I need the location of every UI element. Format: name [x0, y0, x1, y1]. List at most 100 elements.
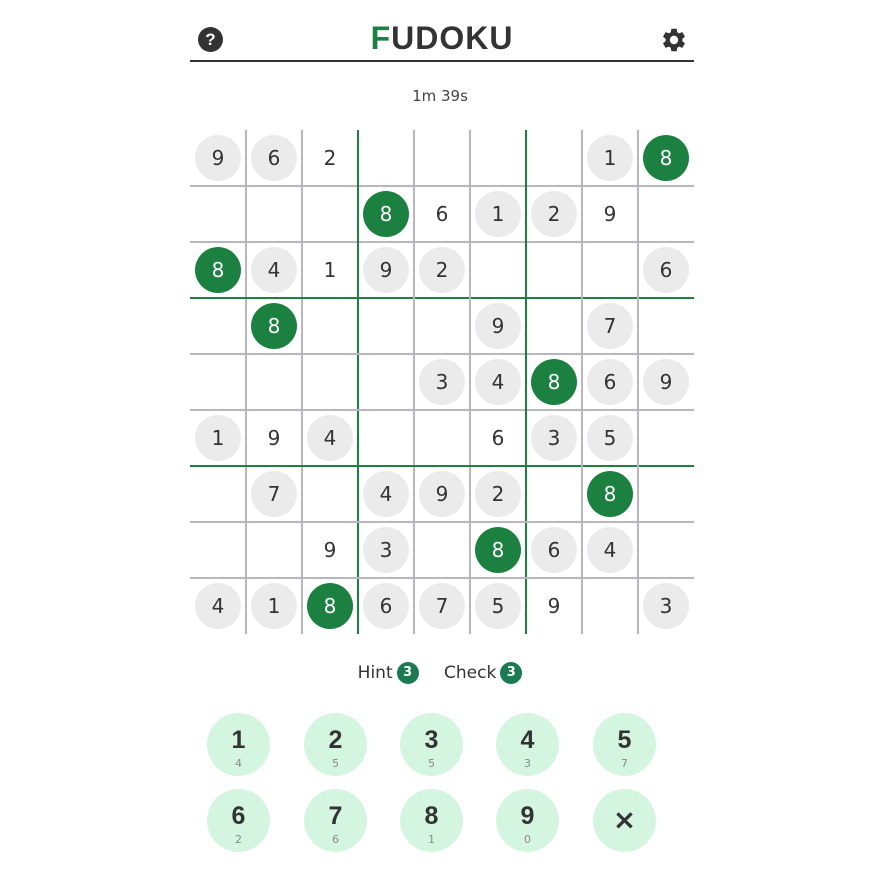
board-cell[interactable]: 3	[638, 578, 694, 634]
digit-key-1[interactable]: 14	[207, 713, 270, 776]
board-cell[interactable]: 8	[302, 578, 358, 634]
board-cell[interactable]: 8	[470, 522, 526, 578]
board-cell[interactable]	[246, 186, 302, 242]
digit-key-9[interactable]: 90	[496, 789, 559, 852]
board-cell[interactable]: 4	[302, 410, 358, 466]
check-button[interactable]: Check 3	[444, 662, 523, 684]
board-cell[interactable]	[414, 410, 470, 466]
board-cell[interactable]	[414, 130, 470, 186]
board-cell[interactable]: 9	[638, 354, 694, 410]
board-cell[interactable]: 6	[246, 130, 302, 186]
board-cell[interactable]: 1	[582, 130, 638, 186]
board-cell[interactable]: 8	[358, 186, 414, 242]
cell-value: 8	[363, 191, 409, 237]
board-cell[interactable]	[190, 522, 246, 578]
board-cell[interactable]: 9	[470, 298, 526, 354]
board-cell[interactable]: 8	[190, 242, 246, 298]
board-cell[interactable]	[302, 186, 358, 242]
board-cell[interactable]	[358, 354, 414, 410]
board-cell[interactable]: 5	[582, 410, 638, 466]
board-cell[interactable]: 9	[190, 130, 246, 186]
digit-key-8[interactable]: 81	[400, 789, 463, 852]
board-cell[interactable]: 8	[582, 466, 638, 522]
board-cell[interactable]	[190, 186, 246, 242]
board-cell[interactable]: 6	[638, 242, 694, 298]
board-cell[interactable]: 6	[358, 578, 414, 634]
box-divider-vertical	[357, 130, 359, 634]
board-cell[interactable]	[470, 130, 526, 186]
board-cell[interactable]	[190, 466, 246, 522]
settings-button[interactable]	[660, 26, 688, 54]
board-cell[interactable]	[638, 466, 694, 522]
board-cell[interactable]: 2	[302, 130, 358, 186]
board-cell[interactable]: 7	[246, 466, 302, 522]
board-cell[interactable]	[526, 466, 582, 522]
board-cell[interactable]	[526, 130, 582, 186]
board-cell[interactable]: 1	[302, 242, 358, 298]
board-cell[interactable]: 2	[470, 466, 526, 522]
digit-key-7[interactable]: 76	[304, 789, 367, 852]
erase-button[interactable]: ×	[593, 789, 656, 852]
board-cell[interactable]: 1	[190, 410, 246, 466]
board-cell[interactable]: 7	[582, 298, 638, 354]
board-cell[interactable]: 3	[358, 522, 414, 578]
board-cell[interactable]	[582, 242, 638, 298]
board-cell[interactable]: 7	[414, 578, 470, 634]
cell-value: 7	[419, 583, 465, 629]
board-cell[interactable]: 8	[246, 298, 302, 354]
board-cell[interactable]	[302, 354, 358, 410]
digit-key-5[interactable]: 57	[593, 713, 656, 776]
board-cell[interactable]	[358, 410, 414, 466]
board-cell[interactable]: 5	[470, 578, 526, 634]
check-label: Check	[444, 663, 497, 683]
board-cell[interactable]	[246, 522, 302, 578]
board-cell[interactable]	[358, 130, 414, 186]
board-cell[interactable]: 3	[526, 410, 582, 466]
board-cell[interactable]: 6	[582, 354, 638, 410]
board-cell[interactable]	[414, 522, 470, 578]
digit-key-4[interactable]: 43	[496, 713, 559, 776]
board-cell[interactable]	[358, 298, 414, 354]
board-cell[interactable]: 8	[526, 354, 582, 410]
board-cell[interactable]: 6	[414, 186, 470, 242]
board-cell[interactable]: 4	[582, 522, 638, 578]
board-cell[interactable]	[638, 522, 694, 578]
board-cell[interactable]: 9	[302, 522, 358, 578]
board-cell[interactable]: 2	[526, 186, 582, 242]
board-cell[interactable]	[190, 354, 246, 410]
board-cell[interactable]	[414, 298, 470, 354]
board-cell[interactable]: 8	[638, 130, 694, 186]
hint-button[interactable]: Hint 3	[358, 662, 419, 684]
board-cell[interactable]	[526, 242, 582, 298]
board-cell[interactable]: 1	[246, 578, 302, 634]
board-cell[interactable]: 6	[470, 410, 526, 466]
board-cell[interactable]	[582, 578, 638, 634]
board-cell[interactable]: 3	[414, 354, 470, 410]
board-cell[interactable]: 9	[358, 242, 414, 298]
board-cell[interactable]	[470, 242, 526, 298]
board-cell[interactable]	[190, 298, 246, 354]
board-cell[interactable]: 9	[246, 410, 302, 466]
board-cell[interactable]	[246, 354, 302, 410]
board-cell[interactable]: 4	[246, 242, 302, 298]
board-cell[interactable]	[638, 186, 694, 242]
digit-key-2[interactable]: 25	[304, 713, 367, 776]
digit-key-6[interactable]: 62	[207, 789, 270, 852]
board-cell[interactable]: 1	[470, 186, 526, 242]
board-cell[interactable]	[526, 298, 582, 354]
board-cell[interactable]: 2	[414, 242, 470, 298]
board-cell[interactable]	[638, 410, 694, 466]
digit-key-3[interactable]: 35	[400, 713, 463, 776]
board-cell[interactable]: 9	[414, 466, 470, 522]
board-cell[interactable]: 9	[582, 186, 638, 242]
board-cell[interactable]: 4	[470, 354, 526, 410]
board-cell[interactable]	[302, 298, 358, 354]
board-cell[interactable]: 4	[358, 466, 414, 522]
board-cell[interactable]	[638, 298, 694, 354]
cell-value: 4	[195, 583, 241, 629]
app-title-rest: UDOKU	[391, 20, 514, 56]
board-cell[interactable]	[302, 466, 358, 522]
board-cell[interactable]: 4	[190, 578, 246, 634]
board-cell[interactable]: 6	[526, 522, 582, 578]
board-cell[interactable]: 9	[526, 578, 582, 634]
